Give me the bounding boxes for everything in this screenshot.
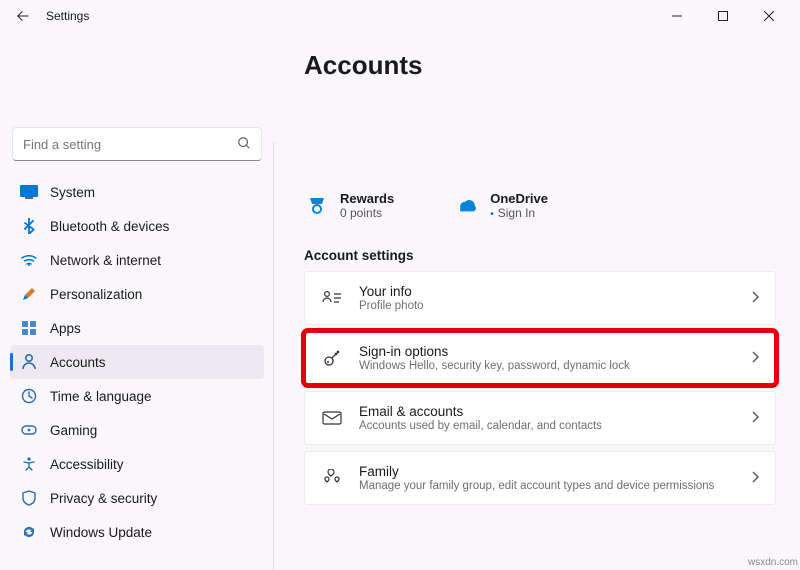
- mail-icon: [321, 411, 343, 425]
- person-icon: [20, 353, 38, 371]
- sidebar-item-accounts[interactable]: Accounts: [10, 345, 264, 379]
- sidebar-item-windows-update[interactable]: Windows Update: [10, 515, 264, 549]
- nav-label: Personalization: [50, 287, 142, 302]
- page-title: Accounts: [304, 50, 776, 81]
- titlebar: Settings: [0, 0, 800, 32]
- clock-globe-icon: [20, 387, 38, 405]
- nav-label: Time & language: [50, 389, 152, 404]
- row-subtitle: Profile photo: [359, 300, 424, 312]
- window-title: Settings: [46, 9, 89, 23]
- nav-label: System: [50, 185, 95, 200]
- sidebar-item-bluetooth[interactable]: Bluetooth & devices: [10, 209, 264, 243]
- chevron-right-icon: [751, 291, 759, 306]
- onedrive-sub-text: Sign In: [498, 206, 535, 220]
- apps-icon: [20, 319, 38, 337]
- search-icon: [237, 136, 251, 153]
- sidebar-item-apps[interactable]: Apps: [10, 311, 264, 345]
- row-sign-in-options[interactable]: Sign-in options Windows Hello, security …: [304, 331, 776, 385]
- minimize-button[interactable]: [654, 0, 700, 32]
- nav-label: Apps: [50, 321, 81, 336]
- chevron-right-icon: [751, 411, 759, 426]
- rewards-icon: [304, 194, 330, 218]
- nav-label: Gaming: [50, 423, 97, 438]
- watermark: wsxdn.com: [748, 557, 798, 568]
- maximize-button[interactable]: [700, 0, 746, 32]
- sidebar-item-system[interactable]: System: [10, 175, 264, 209]
- paintbrush-icon: [20, 285, 38, 303]
- onedrive-icon: [454, 197, 480, 215]
- onedrive-subtitle: •Sign In: [490, 206, 548, 220]
- sidebar-item-accessibility[interactable]: Accessibility: [10, 447, 264, 481]
- nav-label: Windows Update: [50, 525, 152, 540]
- row-title: Sign-in options: [359, 344, 630, 359]
- section-heading: Account settings: [304, 248, 776, 263]
- bluetooth-icon: [20, 217, 38, 235]
- key-icon: [321, 348, 343, 368]
- row-title: Email & accounts: [359, 404, 602, 419]
- row-family[interactable]: Family Manage your family group, edit ac…: [304, 451, 776, 505]
- nav-label: Privacy & security: [50, 491, 157, 506]
- sidebar: System Bluetooth & devices Network & int…: [0, 32, 274, 570]
- sidebar-item-time-language[interactable]: Time & language: [10, 379, 264, 413]
- main-content: Accounts Rewards 0 points OneDrive •Sign…: [274, 32, 800, 570]
- close-button[interactable]: [746, 0, 792, 32]
- nav-label: Accounts: [50, 355, 106, 370]
- nav-label: Network & internet: [50, 253, 161, 268]
- back-button[interactable]: [8, 1, 38, 31]
- row-your-info[interactable]: Your info Profile photo: [304, 271, 776, 325]
- sidebar-item-gaming[interactable]: Gaming: [10, 413, 264, 447]
- minimize-icon: [672, 11, 682, 21]
- rewards-title: Rewards: [340, 191, 394, 206]
- close-icon: [764, 11, 774, 21]
- family-icon: [321, 469, 343, 487]
- search-input[interactable]: [23, 137, 237, 152]
- sidebar-item-privacy[interactable]: Privacy & security: [10, 481, 264, 515]
- row-subtitle: Manage your family group, edit account t…: [359, 480, 714, 492]
- row-subtitle: Accounts used by email, calendar, and co…: [359, 420, 602, 432]
- chevron-right-icon: [751, 471, 759, 486]
- sidebar-item-personalization[interactable]: Personalization: [10, 277, 264, 311]
- row-email-accounts[interactable]: Email & accounts Accounts used by email,…: [304, 391, 776, 445]
- arrow-left-icon: [16, 9, 30, 23]
- row-subtitle: Windows Hello, security key, password, d…: [359, 360, 630, 372]
- maximize-icon: [718, 11, 728, 21]
- sidebar-item-network[interactable]: Network & internet: [10, 243, 264, 277]
- shield-icon: [20, 489, 38, 507]
- update-icon: [20, 523, 38, 541]
- gaming-icon: [20, 421, 38, 439]
- your-info-icon: [321, 290, 343, 306]
- nav-list: System Bluetooth & devices Network & int…: [10, 175, 264, 549]
- row-title: Family: [359, 464, 714, 479]
- rewards-subtitle: 0 points: [340, 206, 394, 220]
- search-box[interactable]: [12, 127, 262, 161]
- onedrive-card[interactable]: OneDrive •Sign In: [454, 191, 548, 220]
- row-title: Your info: [359, 284, 424, 299]
- rewards-card[interactable]: Rewards 0 points: [304, 191, 394, 220]
- nav-label: Accessibility: [50, 457, 124, 472]
- system-icon: [20, 183, 38, 201]
- accessibility-icon: [20, 455, 38, 473]
- wifi-icon: [20, 251, 38, 269]
- chevron-right-icon: [751, 351, 759, 366]
- nav-label: Bluetooth & devices: [50, 219, 169, 234]
- onedrive-title: OneDrive: [490, 191, 548, 206]
